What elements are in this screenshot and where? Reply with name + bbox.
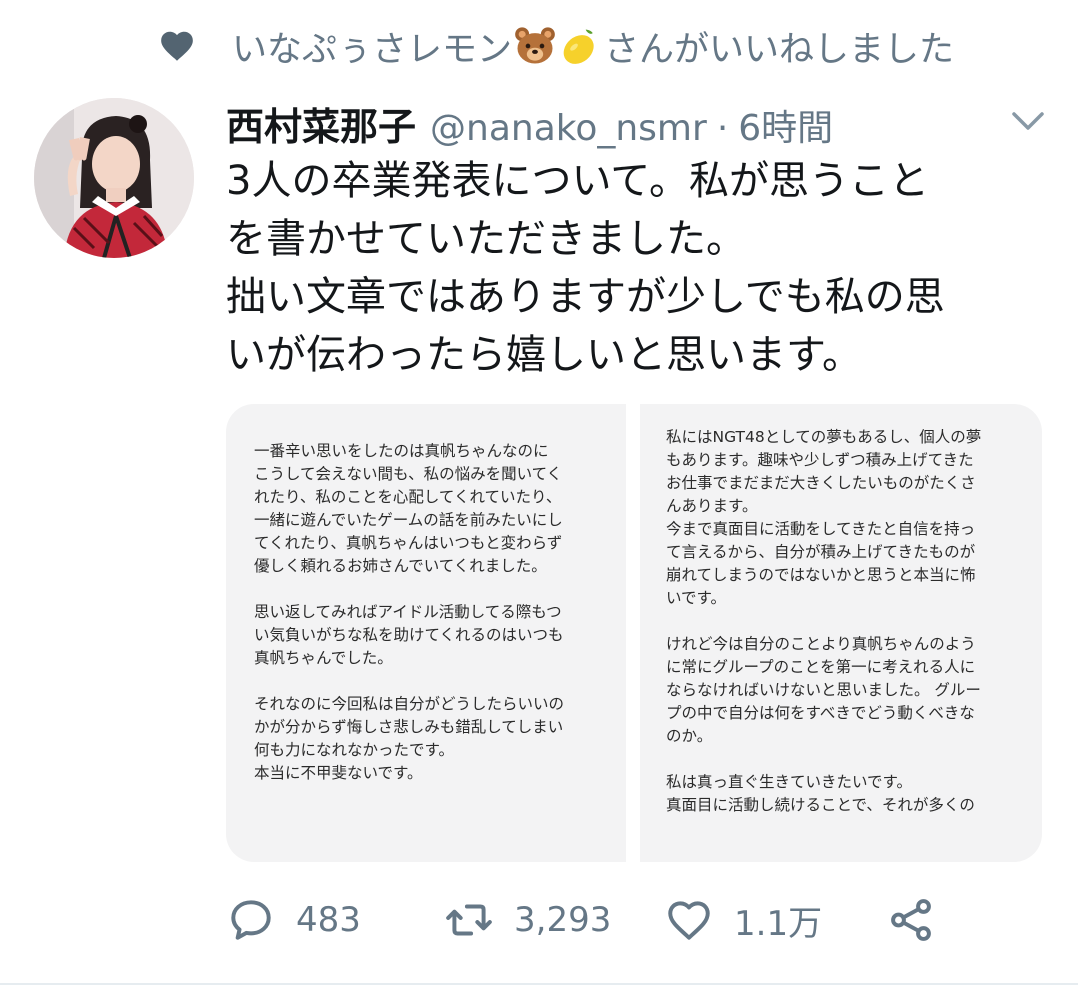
meta-separator: · — [716, 108, 729, 149]
image-text-line: 思い返してみればアイドル活動してる際もつ — [254, 603, 562, 621]
lemon-icon — [563, 29, 594, 64]
chevron-down-icon[interactable] — [1008, 104, 1048, 136]
image-text-line: 一番辛い思いをしたのは真帆ちゃんなのに — [254, 442, 549, 460]
image-text-line: いです。 — [666, 589, 726, 607]
share-button[interactable] — [886, 895, 956, 945]
image-text-line: 真帆ちゃんでした。 — [254, 649, 393, 667]
image-text-line: い気負いがちな私を助けてくれるのはいつも — [254, 626, 564, 644]
image-text-line: んあります。 — [666, 497, 758, 515]
image-text-line: て言えるから、自分が積み上げてきたものが — [666, 543, 976, 561]
image-text-line: 一緒に遊んでいたゲームの話を前みたいにし — [254, 511, 563, 529]
share-icon — [891, 899, 931, 941]
reply-icon — [231, 900, 271, 940]
like-count: 1.1万 — [734, 903, 823, 944]
media-grid: 一番辛い思いをしたのは真帆ちゃんなのに こうして会えない間も、私の悩みを聞いてく… — [226, 404, 1042, 862]
reply-button[interactable]: 483 — [226, 895, 361, 945]
avatar-photo — [34, 98, 194, 258]
image-text-line: お仕事でまだまだ大きくしたいものがたくさ — [666, 474, 976, 492]
image-text-line: 本当に不甲斐ないです。 — [254, 764, 423, 782]
image-text-line: こうして会えない間も、私の悩みを聞いてく — [254, 465, 563, 483]
image-text-line: けれど今は自分のことより真帆ちゃんのよう — [666, 635, 976, 653]
tweet-header: 西村菜那子 @nanako_nsmr · 6時間 — [226, 96, 833, 149]
tweet-text-line: いが伝わったら嬉しいと思います。 — [226, 332, 862, 378]
tweet-text-line: を書かせていただきました。 — [226, 216, 746, 262]
author-handle[interactable]: @nanako_nsmr — [430, 108, 707, 149]
media-image-right[interactable]: 私にはNGT48としての夢もあるし、個人の夢 もあります。趣味や少しずつ積み上げ… — [640, 404, 1042, 862]
image-text-line: のか。 — [666, 727, 713, 745]
liked-by-suffix: さんがいいねしました — [604, 29, 955, 70]
image-text-line — [666, 610, 1036, 633]
image-text-line: プの中で自分は何をすべきでどう動くべきな — [666, 704, 975, 722]
heart-outline-icon — [668, 901, 710, 940]
image-text-line — [254, 578, 616, 601]
image-text-line: ならなければいけないと思いました。 グルー — [666, 681, 981, 699]
heart-icon — [161, 31, 193, 61]
image-text-line: もあります。趣味や少しずつ積み上げてきた — [666, 451, 974, 469]
image-text-line: 優しく頼れるお姉さんでいてくれました。 — [254, 557, 547, 575]
image-text-line: 私にはNGT48としての夢もあるし、個人の夢 — [666, 428, 982, 446]
image-text-line: れたり、私のことを心配してくれていたり、 — [254, 488, 562, 506]
image-text-line: それなのに今回私は自分がどうしたらいいの — [254, 695, 565, 713]
tweet-text-line: 拙い文章ではありますが少しでも私の思 — [226, 274, 945, 320]
author-name[interactable]: 西村菜那子 — [226, 96, 416, 151]
tweet-text-line: 3人の卒業発表について。私が思うこと — [226, 158, 930, 204]
image-text-line: かが分からず悔しさ悲しみも錯乱してしまい — [254, 718, 564, 736]
retweet-count: 3,293 — [514, 900, 612, 940]
bear-face-icon — [515, 27, 555, 64]
image-text-line: 何も力になれなかったです。 — [254, 741, 454, 759]
image-text-line: てくれたり、真帆ちゃんはいつもと変わらず — [254, 534, 563, 552]
image-text-line: に常にグループのことを第一に考えれる人に — [666, 658, 976, 676]
liked-by-name[interactable]: いなぷぅさレモン — [232, 21, 512, 72]
tweet-timestamp[interactable]: 6時間 — [738, 99, 833, 151]
image-text-line — [666, 748, 1036, 771]
media-image-left[interactable]: 一番辛い思いをしたのは真帆ちゃんなのに こうして会えない間も、私の悩みを聞いてく… — [226, 404, 626, 862]
retweet-icon — [446, 904, 492, 936]
image-text-line: 崩れてしまうのではないかと思うと本当に怖 — [666, 566, 976, 584]
liked-by-row[interactable]: いなぷぅさレモン さんがいいねしました — [158, 20, 954, 72]
image-text-line: 私は真っ直ぐ生きていきたいです。 — [666, 773, 912, 791]
image-text-line: 真面目に活動し続けることで、それが多くの — [666, 796, 975, 814]
tweet-actions: 483 3,293 1.1万 — [226, 895, 946, 955]
image-text-line: 今まで真面目に活動をしてきたと自信を持っ — [666, 520, 976, 538]
tweet-text: 3人の卒業発表について。私が思うこと を書かせていただきました。 拙い文章ではあ… — [226, 152, 1056, 384]
retweet-button[interactable]: 3,293 — [444, 895, 611, 945]
like-button[interactable]: 1.1万 — [664, 895, 822, 945]
image-text-line — [254, 670, 616, 693]
avatar[interactable] — [34, 98, 194, 258]
reply-count: 483 — [296, 900, 361, 940]
